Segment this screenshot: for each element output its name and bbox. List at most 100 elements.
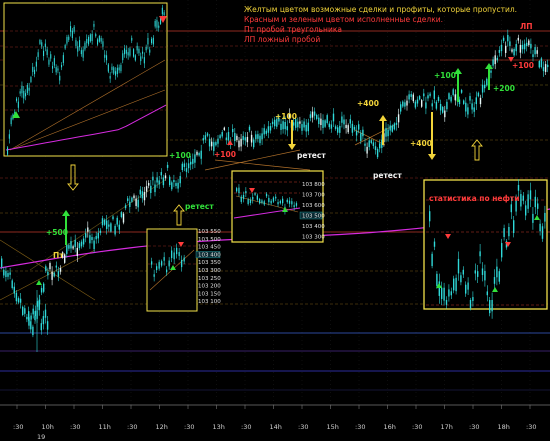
candle bbox=[320, 118, 322, 126]
candle bbox=[131, 197, 133, 202]
candle bbox=[106, 220, 108, 229]
inset-candle bbox=[268, 197, 270, 203]
inset-candle bbox=[277, 202, 279, 205]
inset-candle bbox=[503, 228, 505, 238]
candle bbox=[463, 100, 465, 104]
annotation-a100c: +100 bbox=[275, 112, 297, 121]
candle bbox=[28, 311, 30, 321]
x-tick-label: :30 bbox=[13, 423, 23, 431]
candle bbox=[223, 127, 225, 130]
candle bbox=[530, 43, 532, 49]
candle bbox=[74, 240, 76, 247]
inset-small-tick: 103 450 bbox=[198, 245, 221, 251]
inset-candle bbox=[143, 57, 145, 64]
inset-candle bbox=[525, 205, 527, 216]
candle bbox=[185, 168, 188, 172]
candle bbox=[322, 120, 324, 128]
candle bbox=[24, 308, 26, 314]
inset-candle bbox=[541, 226, 544, 239]
inset-small-tick: 103 550 bbox=[198, 229, 221, 235]
inset-candle bbox=[465, 284, 467, 294]
candle bbox=[152, 176, 154, 181]
candle bbox=[393, 123, 396, 130]
candle bbox=[400, 104, 402, 112]
inset-candle bbox=[245, 191, 247, 194]
inset-candle bbox=[106, 55, 108, 61]
candle bbox=[253, 139, 255, 148]
candle bbox=[505, 45, 507, 53]
x-tick-label: 15h bbox=[327, 423, 339, 431]
candle bbox=[492, 59, 494, 66]
inset-candle bbox=[91, 33, 93, 42]
inset-candle bbox=[147, 37, 149, 45]
inset-candle bbox=[236, 188, 238, 192]
candle bbox=[122, 213, 125, 223]
candle bbox=[282, 121, 284, 130]
candle bbox=[187, 163, 190, 169]
inset-candle bbox=[46, 49, 48, 55]
candle bbox=[521, 44, 524, 50]
candle bbox=[542, 67, 545, 72]
inset-candle bbox=[431, 253, 433, 267]
inset-candle bbox=[122, 53, 124, 61]
candle bbox=[227, 132, 230, 141]
candle bbox=[454, 94, 456, 101]
x-tick-label: :30 bbox=[298, 423, 308, 431]
annotation-a400a: +400 bbox=[357, 99, 379, 108]
inset-candle bbox=[166, 269, 168, 273]
inset-candle bbox=[142, 51, 144, 54]
inset-candle bbox=[293, 205, 295, 208]
candle bbox=[202, 138, 204, 141]
inset-candle bbox=[520, 194, 522, 207]
candle bbox=[349, 119, 351, 124]
candle bbox=[498, 49, 501, 53]
inset-candle bbox=[173, 252, 175, 260]
candle bbox=[156, 177, 158, 183]
inset-candle bbox=[265, 193, 268, 197]
x-tick-label: :30 bbox=[127, 423, 137, 431]
candle bbox=[324, 120, 326, 127]
candle bbox=[57, 271, 60, 277]
inset-candle bbox=[286, 199, 288, 203]
candle bbox=[490, 70, 492, 73]
candle bbox=[297, 121, 299, 128]
candle bbox=[387, 129, 389, 137]
candle bbox=[89, 235, 91, 244]
candle bbox=[137, 199, 139, 208]
candle bbox=[51, 271, 53, 280]
candle bbox=[7, 273, 9, 277]
inset-candle bbox=[109, 76, 111, 79]
inset-candle bbox=[261, 200, 263, 203]
candle bbox=[9, 272, 11, 275]
candle bbox=[433, 90, 435, 99]
candle bbox=[171, 182, 173, 190]
candle bbox=[303, 121, 305, 128]
inset-small-tick: 103 500 bbox=[198, 237, 221, 243]
candle bbox=[76, 247, 78, 256]
candle bbox=[263, 128, 265, 135]
x-tick-label: 14h bbox=[270, 423, 282, 431]
x-tick-label: 11h bbox=[99, 423, 111, 431]
inset-small-tick: 103 200 bbox=[198, 284, 221, 290]
inset-candle bbox=[279, 200, 281, 204]
inset-candle bbox=[457, 258, 460, 274]
inset-candle bbox=[161, 7, 163, 15]
candle bbox=[328, 123, 330, 128]
candle bbox=[238, 140, 240, 148]
candle bbox=[135, 198, 137, 206]
inset-candle bbox=[129, 48, 131, 56]
candle bbox=[358, 124, 360, 130]
inset-candle bbox=[275, 196, 277, 199]
inset-candle bbox=[89, 34, 91, 42]
candle bbox=[112, 216, 114, 220]
annotation-a100e: +100 bbox=[512, 61, 534, 70]
inset-candle bbox=[156, 20, 158, 28]
candle bbox=[355, 131, 358, 136]
candle bbox=[34, 315, 36, 320]
candle bbox=[177, 182, 179, 189]
inset-candle bbox=[491, 300, 493, 312]
candle bbox=[465, 102, 467, 112]
x-tick-label: 10h bbox=[42, 423, 54, 431]
inset-candle bbox=[171, 250, 173, 259]
inset-candle bbox=[28, 87, 30, 91]
